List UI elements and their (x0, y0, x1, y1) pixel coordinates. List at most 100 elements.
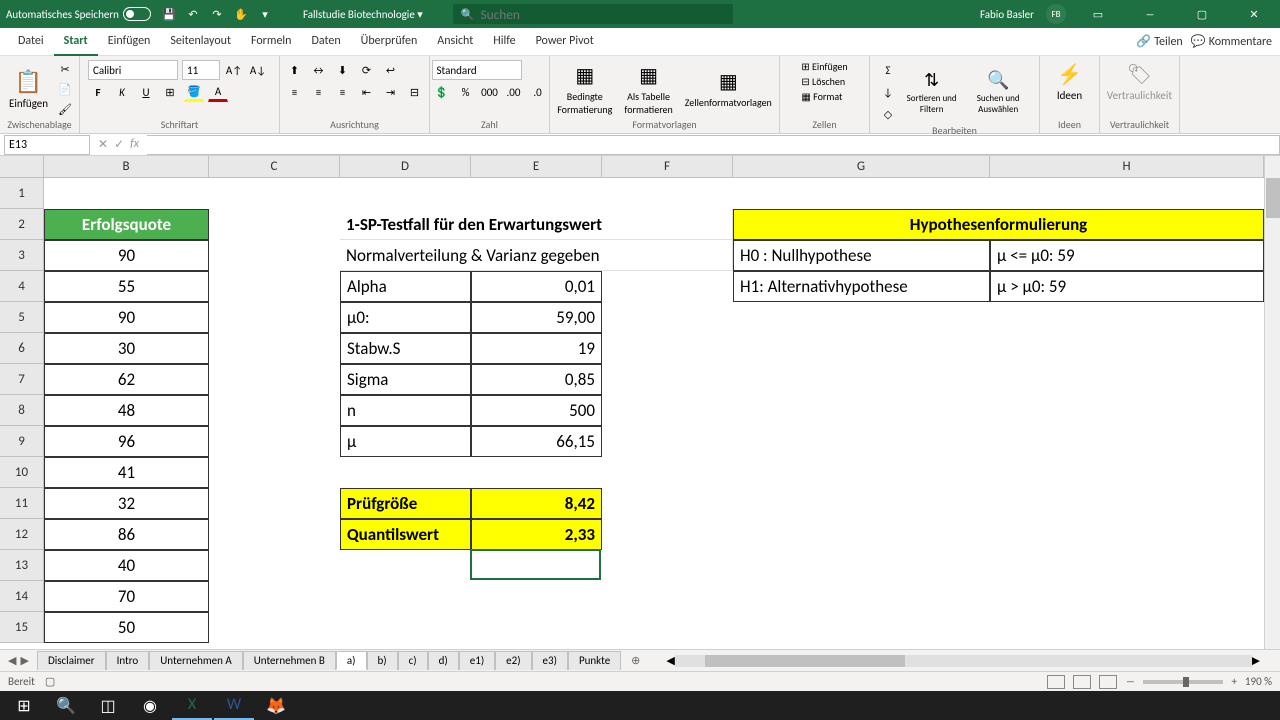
cell-D8[interactable]: n (340, 395, 471, 426)
tab-nav-prev-icon[interactable]: ◀ (8, 654, 16, 667)
autosum-icon[interactable]: Σ (878, 60, 898, 80)
cell-G2[interactable]: Hypothesenformulierung (733, 209, 1264, 240)
cell-B12[interactable]: 86 (44, 519, 209, 550)
row-header-11[interactable]: 11 (0, 488, 44, 519)
ribbon-tab-einfügen[interactable]: Einfügen (98, 28, 161, 56)
sort-filter-button[interactable]: ⇅Sortieren und Filtern (902, 67, 961, 117)
row-header-3[interactable]: 3 (0, 240, 44, 271)
copy-icon[interactable]: 📄 (56, 80, 74, 98)
ribbon-tab-power pivot[interactable]: Power Pivot (526, 28, 604, 56)
sheet-tab-unternehmenb[interactable]: Unternehmen B (243, 651, 336, 670)
ribbon-tab-seitenlayout[interactable]: Seitenlayout (160, 28, 241, 56)
minimize-icon[interactable]: ― (1130, 0, 1170, 28)
ribbon-tab-datei[interactable]: Datei (8, 28, 54, 56)
cell-G4[interactable]: H1: Alternativhypothese (733, 271, 990, 302)
merge-icon[interactable]: ⊟ (405, 82, 425, 102)
ribbon-tab-start[interactable]: Start (54, 28, 98, 56)
ribbon-display-icon[interactable]: ▭ (1078, 0, 1118, 28)
sheet-tab-e3[interactable]: e3) (532, 651, 568, 670)
vertical-scrollbar[interactable] (1264, 156, 1280, 649)
increase-font-icon[interactable]: A↑ (224, 60, 244, 80)
hscroll-right-icon[interactable]: ▶ (1252, 654, 1260, 667)
redo-icon[interactable]: ↷ (209, 6, 225, 22)
orientation-icon[interactable]: ⟳ (357, 60, 377, 80)
sheet-tab-a[interactable]: a) (336, 651, 367, 670)
excel-taskbar-icon[interactable]: X (172, 691, 212, 720)
column-header-D[interactable]: D (340, 156, 471, 178)
more-icon[interactable]: ▾ (257, 6, 273, 22)
sheet-tab-c[interactable]: c) (398, 651, 428, 670)
cell-D3[interactable]: Normalverteilung & Varianz gegeben (340, 240, 733, 271)
zoom-in-icon[interactable]: + (1231, 675, 1236, 688)
record-macro-icon[interactable]: ▢ (45, 675, 55, 688)
font-size-select[interactable] (182, 60, 220, 80)
row-header-1[interactable]: 1 (0, 178, 44, 209)
find-select-button[interactable]: 🔍Suchen und Auswählen (965, 67, 1031, 117)
word-taskbar-icon[interactable]: W (214, 691, 254, 720)
fill-icon[interactable]: ↓ (878, 82, 898, 102)
cell-styles-button[interactable]: ▦Zellenformatvorlagen (681, 67, 776, 111)
sheet-tab-d[interactable]: d) (428, 651, 459, 670)
wrap-text-icon[interactable]: ↩ (381, 60, 401, 80)
enter-formula-icon[interactable]: ✓ (114, 137, 124, 152)
toggle-icon[interactable] (123, 7, 151, 21)
cell-B11[interactable]: 32 (44, 488, 209, 519)
font-color-button[interactable]: A (208, 82, 228, 102)
font-name-select[interactable] (88, 60, 178, 80)
row-header-6[interactable]: 6 (0, 333, 44, 364)
cell-E7[interactable]: 0,85 (471, 364, 602, 395)
document-title[interactable]: Fallstudie Biotechnologie ▾ (303, 8, 423, 21)
normal-view-icon[interactable] (1047, 675, 1065, 689)
align-right-icon[interactable]: ≡ (333, 82, 353, 102)
cell-D5[interactable]: μ0: (340, 302, 471, 333)
cut-icon[interactable]: ✂ (56, 60, 74, 78)
format-cells-button[interactable]: ▦ Format (801, 90, 847, 103)
cell-B9[interactable]: 96 (44, 426, 209, 457)
hscroll-left-icon[interactable]: ◀ (666, 654, 674, 667)
cell-D2[interactable]: 1-SP-Testfall für den Erwartungswert (340, 209, 733, 240)
firefox-taskbar-icon[interactable]: 🦊 (256, 691, 296, 720)
row-header-4[interactable]: 4 (0, 271, 44, 302)
align-bottom-icon[interactable]: ⬇ (333, 60, 353, 80)
dec-decimal-icon[interactable]: .0 (528, 82, 548, 102)
undo-icon[interactable]: ↶ (185, 6, 201, 22)
bold-button[interactable]: F (88, 82, 108, 102)
scrollbar-thumb[interactable] (705, 655, 905, 667)
format-as-table-button[interactable]: ▦Als Tabelle formatieren (620, 61, 676, 118)
cell-D9[interactable]: μ (340, 426, 471, 457)
indent-inc-icon[interactable]: ⇥ (381, 82, 401, 102)
paste-button[interactable]: 📋 Einfügen (5, 66, 52, 112)
fill-color-button[interactable]: 🪣 (184, 82, 204, 102)
cell-E6[interactable]: 19 (471, 333, 602, 364)
fx-icon[interactable]: fx (130, 137, 139, 152)
cell-G3[interactable]: H0 : Nullhypothese (733, 240, 990, 271)
row-header-14[interactable]: 14 (0, 581, 44, 612)
comments-button[interactable]: 💬 Kommentare (1191, 34, 1272, 49)
row-header-10[interactable]: 10 (0, 457, 44, 488)
sheet-tab-e2[interactable]: e2) (495, 651, 531, 670)
ribbon-tab-daten[interactable]: Daten (301, 28, 350, 56)
column-header-G[interactable]: G (733, 156, 990, 178)
ribbon-tab-hilfe[interactable]: Hilfe (483, 28, 525, 56)
column-header-F[interactable]: F (602, 156, 733, 178)
app-icon[interactable]: ◉ (130, 691, 170, 720)
column-header-C[interactable]: C (209, 156, 340, 178)
align-center-icon[interactable]: ≡ (309, 82, 329, 102)
cell-B14[interactable]: 70 (44, 581, 209, 612)
row-header-13[interactable]: 13 (0, 550, 44, 581)
percent-icon[interactable]: % (456, 82, 476, 102)
tab-nav-next-icon[interactable]: ▶ (20, 654, 28, 667)
sheet-tab-punkte[interactable]: Punkte (568, 651, 621, 670)
inc-decimal-icon[interactable]: .00 (504, 82, 524, 102)
format-painter-icon[interactable]: 🖌 (56, 100, 74, 118)
row-header-2[interactable]: 2 (0, 209, 44, 240)
column-header-E[interactable]: E (471, 156, 602, 178)
row-header-12[interactable]: 12 (0, 519, 44, 550)
cell-D4[interactable]: Alpha (340, 271, 471, 302)
italic-button[interactable]: K (112, 82, 132, 102)
row-header-9[interactable]: 9 (0, 426, 44, 457)
comma-icon[interactable]: 000 (480, 82, 500, 102)
sheet-tab-unternehmena[interactable]: Unternehmen A (149, 651, 243, 670)
cell-E9[interactable]: 66,15 (471, 426, 602, 457)
zoom-out-icon[interactable]: ― (1125, 675, 1135, 688)
